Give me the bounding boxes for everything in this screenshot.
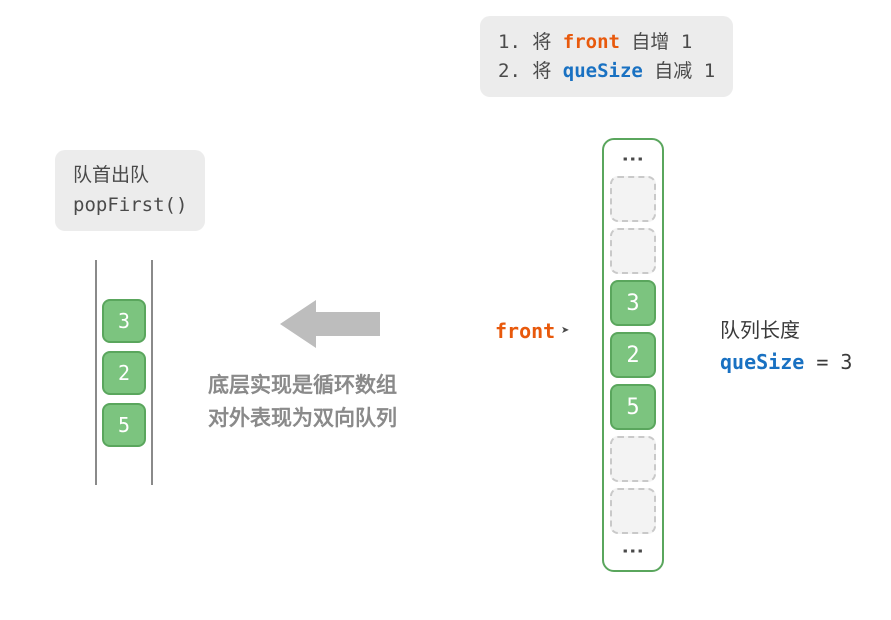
- deque-logical-view: 3 2 5: [95, 260, 153, 485]
- operation-name-fn: popFirst(): [73, 191, 187, 220]
- step1-suffix: 自增 1: [620, 31, 692, 53]
- equals-text: =: [804, 350, 840, 374]
- circular-array-view: ⋮ 3 2 5 ⋮: [602, 138, 664, 572]
- operation-name-cn: 队首出队: [73, 162, 187, 191]
- ellipsis-icon: ⋮: [626, 148, 640, 170]
- step2-prefix: 2. 将: [498, 60, 563, 82]
- front-keyword: front: [495, 319, 555, 343]
- quesize-keyword: queSize: [563, 60, 643, 82]
- deque-cell: 2: [102, 351, 146, 395]
- front-keyword: front: [563, 31, 620, 53]
- queue-size-label: 队列长度 queSize = 3: [720, 316, 852, 378]
- step2-suffix: 自减 1: [643, 60, 715, 82]
- pointer-arrow-icon: ➤: [561, 323, 569, 339]
- deque-cell: 3: [102, 299, 146, 343]
- implementation-caption: 底层实现是循环数组 对外表现为双向队列: [208, 370, 397, 435]
- caption-line2: 对外表现为双向队列: [208, 403, 397, 436]
- array-slot-empty: [610, 176, 656, 222]
- front-pointer-label: front ➤: [495, 319, 570, 343]
- array-slot-filled: 5: [610, 384, 656, 430]
- array-slot-empty: [610, 228, 656, 274]
- caption-line1: 底层实现是循环数组: [208, 370, 397, 403]
- ellipsis-icon: ⋮: [626, 540, 640, 562]
- transform-arrow-icon: [280, 296, 380, 352]
- deque-cell: 5: [102, 403, 146, 447]
- step1-prefix: 1. 将: [498, 31, 563, 53]
- operation-name-chip: 队首出队 popFirst(): [55, 150, 205, 231]
- array-slot-front: 3: [610, 280, 656, 326]
- array-slot-filled: 2: [610, 332, 656, 378]
- queue-size-caption: 队列长度: [720, 316, 852, 347]
- quesize-keyword: queSize: [720, 350, 804, 374]
- quesize-value: 3: [840, 350, 852, 374]
- algorithm-steps-note: 1. 将 front 自增 1 2. 将 queSize 自减 1: [480, 16, 733, 97]
- array-slot-empty: [610, 436, 656, 482]
- array-slot-empty: [610, 488, 656, 534]
